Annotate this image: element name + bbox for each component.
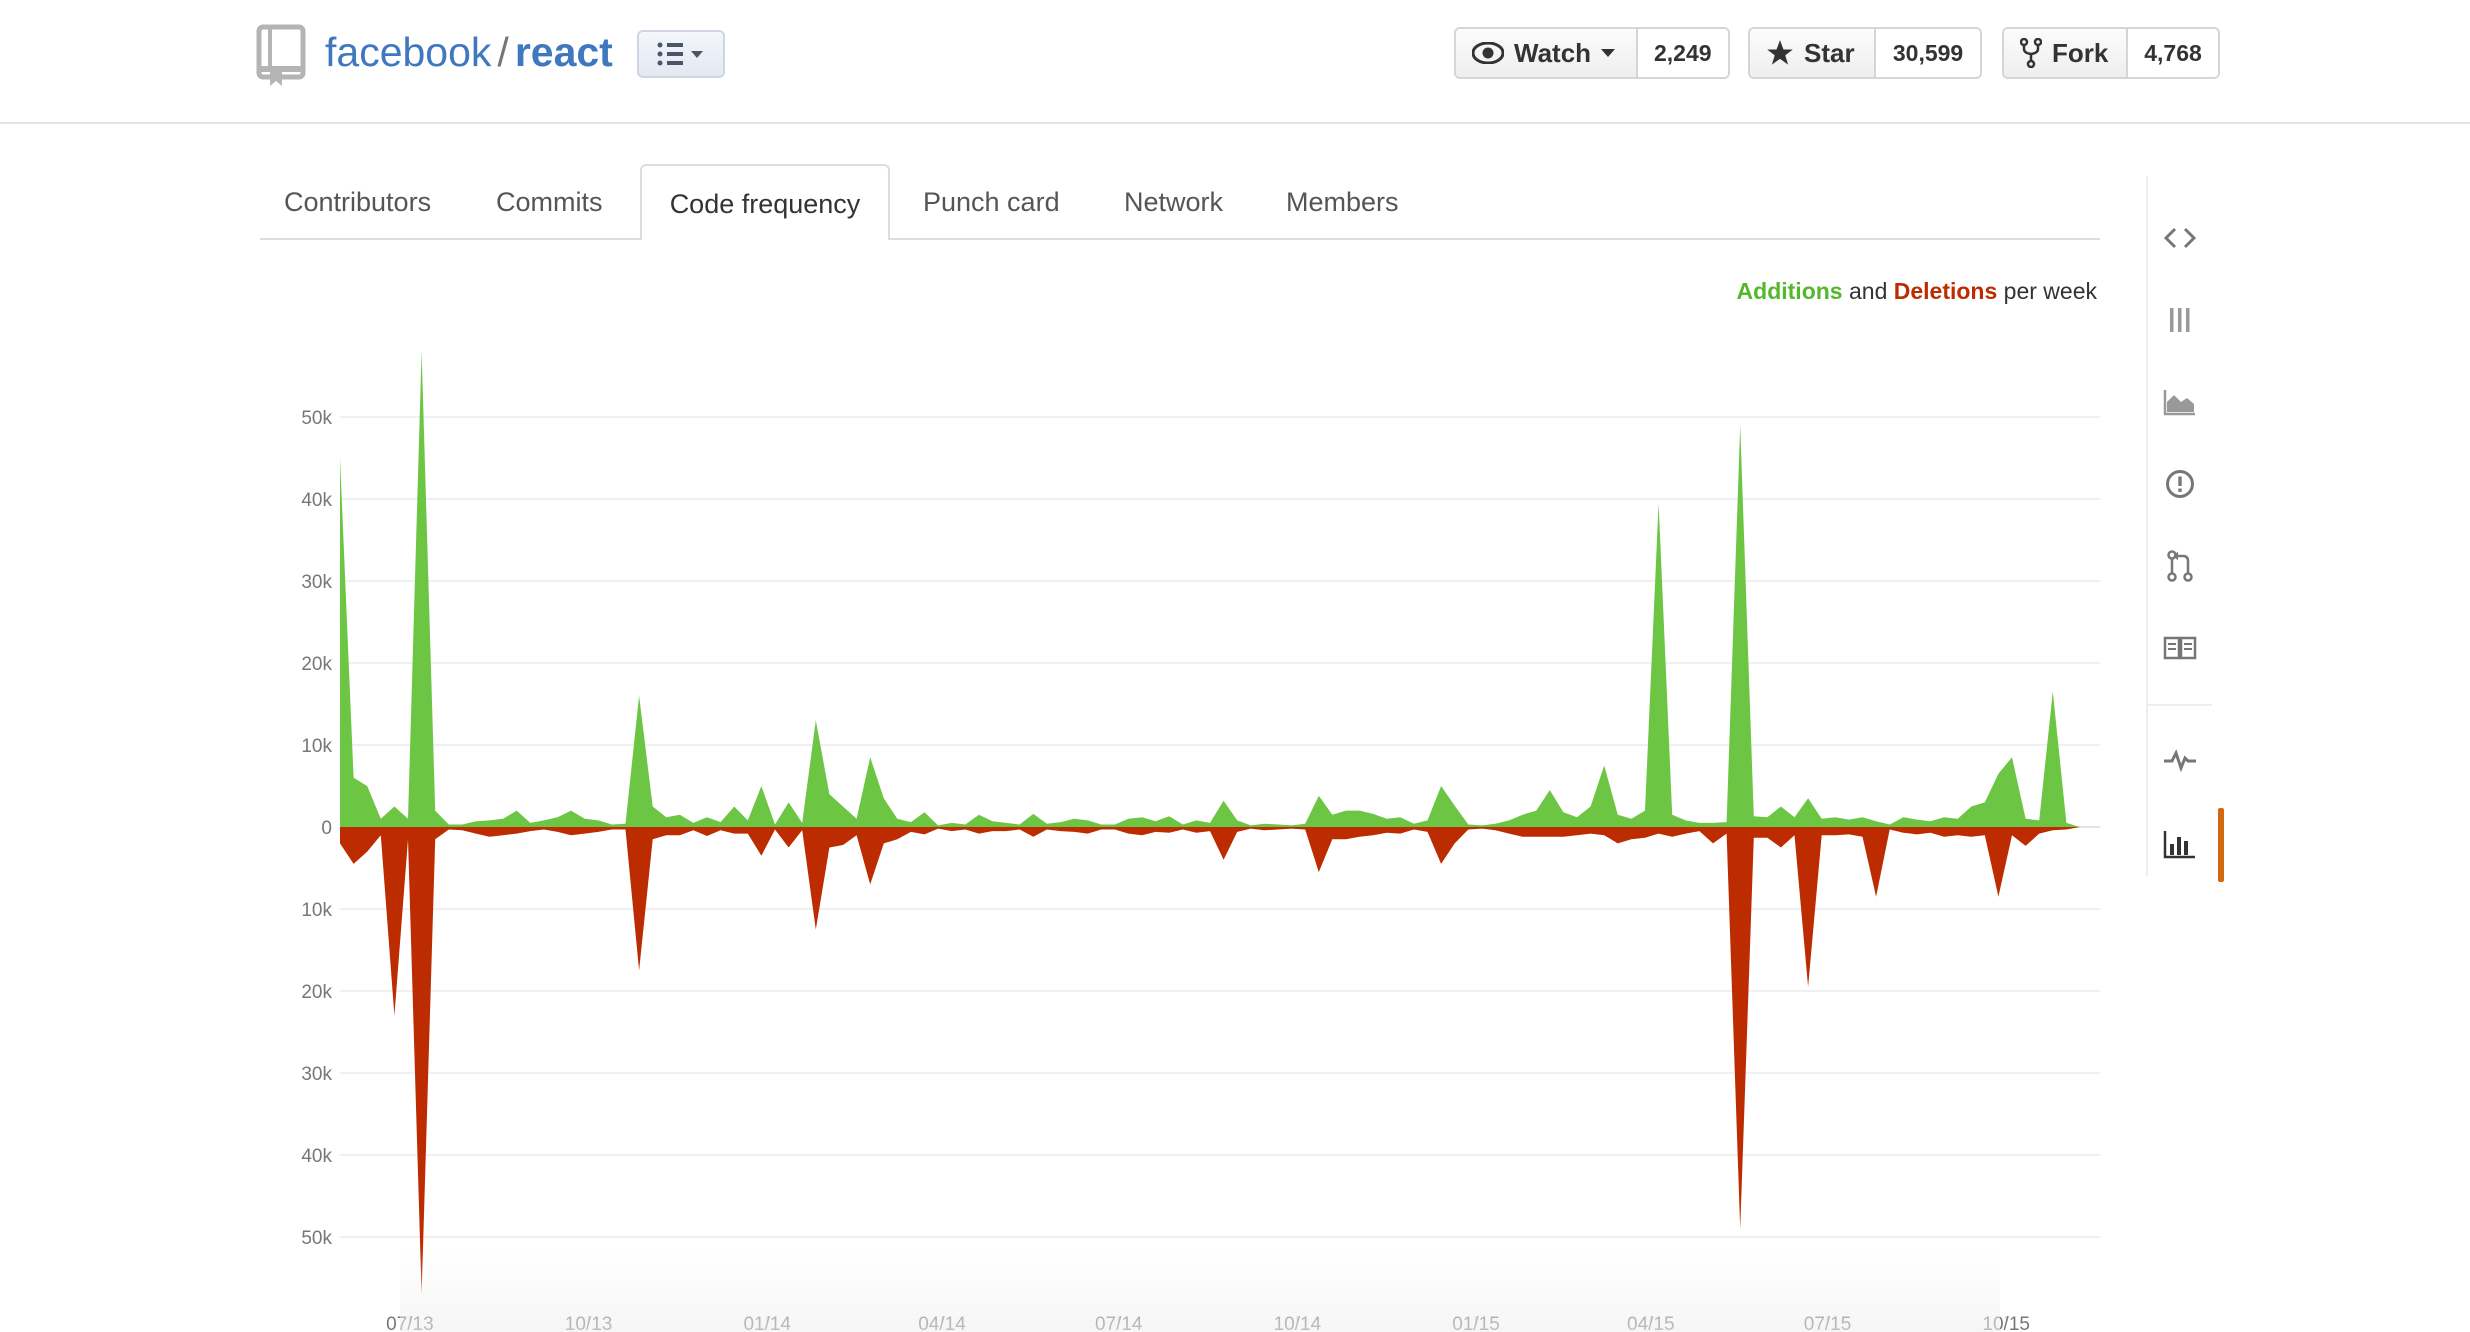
legend-deletions: Deletions <box>1893 278 1998 304</box>
eye-icon <box>1472 42 1504 64</box>
repo-sidebar-nav <box>2146 176 2224 882</box>
repo-path-separator: / <box>497 29 509 75</box>
watch-label: Watch <box>1514 37 1592 68</box>
y-tick-label: 0 <box>321 818 332 839</box>
watch-button-group: Watch 2,249 <box>1454 27 1730 79</box>
list-menu-icon <box>657 42 703 66</box>
star-label: Star <box>1804 37 1855 68</box>
y-tick-label: 40k <box>301 490 332 511</box>
x-tick-label: 04/14 <box>918 1314 966 1332</box>
sidebar-item-issues-list[interactable] <box>2148 288 2212 352</box>
star-icon <box>1767 40 1793 65</box>
watch-count[interactable]: 2,249 <box>1637 29 1728 77</box>
code-frequency-chart: 50k 40k 30k 20k 10k 0 10k 20k 30k 40k 50k 07/13 10/1… <box>301 351 2100 1332</box>
chart-legend: Additions and Deletions per week <box>1737 278 2097 305</box>
issues-list-icon <box>2170 308 2190 332</box>
caret-down-icon <box>1601 49 1616 57</box>
x-tick-label: 07/13 <box>386 1314 434 1332</box>
x-tick-label: 07/15 <box>1804 1314 1852 1332</box>
sidebar-item-graphs[interactable] <box>2148 812 2212 876</box>
deletions-area <box>340 827 2080 1295</box>
watch-button[interactable]: Watch <box>1456 29 1638 77</box>
x-tick-label: 10/13 <box>565 1314 613 1332</box>
graphs-tab-nav: Contributors Commits Code frequency Punc… <box>260 164 2100 240</box>
tab-commits[interactable]: Commits <box>496 164 603 238</box>
sidebar-active-indicator <box>2218 808 2224 882</box>
sidebar-divider <box>2148 704 2212 706</box>
fork-button[interactable]: Fork <box>2004 29 2128 77</box>
repo-owner-link[interactable]: facebook <box>325 29 491 75</box>
fork-count[interactable]: 4,768 <box>2128 29 2218 77</box>
legend-and: and <box>1848 278 1888 304</box>
graph-bars-icon <box>2163 831 2195 859</box>
y-tick-label: 10k <box>301 736 332 757</box>
y-tick-label: 50k <box>301 408 332 429</box>
x-tick-label: 07/14 <box>1095 1314 1143 1332</box>
sidebar-item-pulse[interactable] <box>2148 728 2212 792</box>
pulse-icon <box>2164 749 2196 772</box>
repo-name-link[interactable]: react <box>515 29 613 75</box>
star-button-group: Star 30,599 <box>1748 27 1982 79</box>
y-tick-label: 20k <box>301 982 332 1003</box>
y-tick-label: 30k <box>301 1064 332 1085</box>
sidebar-item-issues[interactable] <box>2148 452 2212 516</box>
legend-per-week: per week <box>2003 278 2097 304</box>
repo-header: facebook / react Watch 2,249 Star 30,599 F… <box>0 0 2470 124</box>
issue-opened-icon <box>2166 470 2194 498</box>
tab-code-frequency[interactable]: Code frequency <box>640 164 890 240</box>
sidebar-item-code[interactable] <box>2148 206 2212 270</box>
x-tick-label: 01/15 <box>1452 1314 1500 1332</box>
tab-members[interactable]: Members <box>1286 164 1399 238</box>
pull-request-icon <box>2167 550 2193 582</box>
additions-area <box>340 351 2080 827</box>
tab-contributors[interactable]: Contributors <box>284 164 431 238</box>
sidebar-item-wiki[interactable] <box>2148 616 2212 680</box>
y-tick-label: 20k <box>301 654 332 675</box>
star-button[interactable]: Star <box>1750 29 1877 77</box>
legend-additions: Additions <box>1736 278 1843 304</box>
y-tick-label: 10k <box>301 900 332 921</box>
x-tick-label: 10/15 <box>1982 1314 2030 1332</box>
fork-button-group: Fork 4,768 <box>2002 27 2220 79</box>
graph-area-icon <box>2163 390 2195 416</box>
y-tick-label: 40k <box>301 1146 332 1167</box>
x-tick-label: 01/14 <box>743 1314 791 1332</box>
sidebar-item-graph-area[interactable] <box>2148 370 2212 434</box>
repo-forked-icon <box>2020 38 2042 68</box>
star-count[interactable]: 30,599 <box>1876 29 1980 77</box>
repo-menu-button[interactable] <box>637 30 725 78</box>
repo-book-icon <box>256 24 306 86</box>
y-tick-label: 50k <box>301 1228 332 1249</box>
tab-network[interactable]: Network <box>1124 164 1223 238</box>
code-icon <box>2164 227 2196 249</box>
repo-title: facebook / react <box>325 26 613 78</box>
x-tick-label: 10/14 <box>1274 1314 1322 1332</box>
sidebar-item-pull-requests[interactable] <box>2148 534 2212 598</box>
wiki-book-icon <box>2163 636 2197 660</box>
y-tick-label: 30k <box>301 572 332 593</box>
fork-label: Fork <box>2052 37 2109 68</box>
x-tick-label: 04/15 <box>1627 1314 1675 1332</box>
tab-punch-card[interactable]: Punch card <box>923 164 1060 238</box>
